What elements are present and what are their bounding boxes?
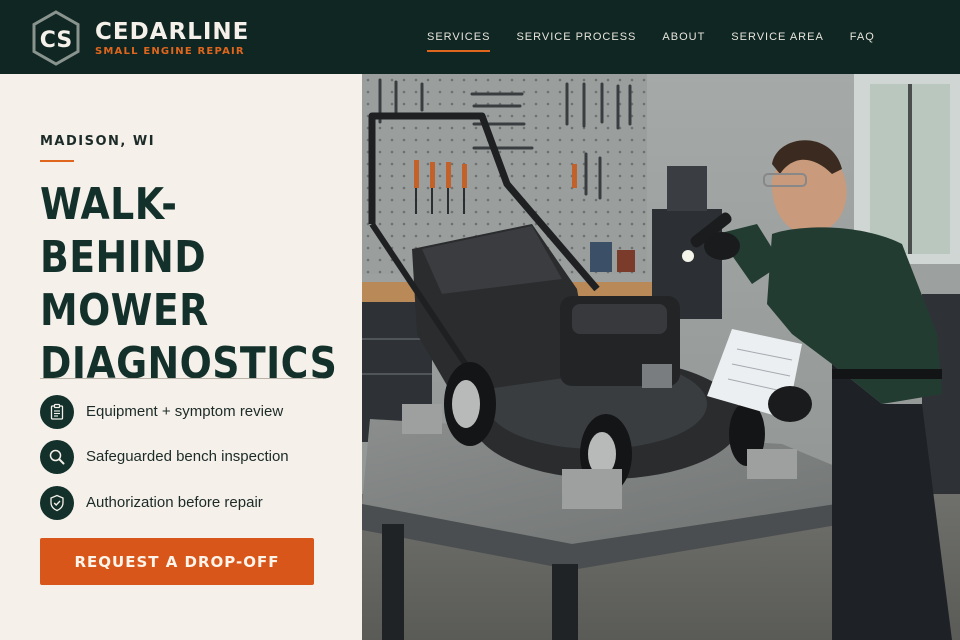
feature-item: Safeguarded bench inspection bbox=[40, 440, 289, 474]
feature-label: Authorization before repair bbox=[86, 494, 263, 511]
site-header: CS CEDARLINE SMALL ENGINE REPAIR SERVICE… bbox=[0, 0, 960, 74]
nav-service-process[interactable]: SERVICE PROCESS bbox=[516, 30, 636, 44]
title-line: DIAGNOSTICS bbox=[40, 338, 338, 389]
divider bbox=[40, 378, 323, 379]
title-line: MOWER bbox=[40, 285, 209, 336]
brand-tagline: SMALL ENGINE REPAIR bbox=[95, 46, 245, 57]
svg-text:CS: CS bbox=[40, 28, 72, 53]
workshop-photo bbox=[362, 74, 960, 640]
nav-faq[interactable]: FAQ bbox=[850, 30, 875, 44]
feature-label: Equipment + symptom review bbox=[86, 403, 284, 420]
logo-icon[interactable]: CS bbox=[31, 10, 81, 66]
hero-panel: MADISON, WI WALK-BEHIND MOWER DIAGNOSTIC… bbox=[0, 74, 362, 640]
brand-name: CEDARLINE bbox=[95, 19, 250, 45]
feature-label: Safeguarded bench inspection bbox=[86, 448, 289, 465]
nav-services[interactable]: SERVICES bbox=[427, 30, 491, 52]
nav-about[interactable]: ABOUT bbox=[662, 30, 705, 44]
title-line: WALK-BEHIND bbox=[40, 179, 207, 283]
feature-item: Equipment + symptom review bbox=[40, 395, 283, 429]
main-nav: SERVICES SERVICE PROCESS ABOUT SERVICE A… bbox=[427, 30, 901, 52]
nav-service-area[interactable]: SERVICE AREA bbox=[731, 30, 824, 44]
brand[interactable]: CEDARLINE SMALL ENGINE REPAIR bbox=[95, 19, 249, 58]
eyebrow-rule bbox=[40, 160, 74, 162]
request-drop-off-button[interactable]: REQUEST A DROP-OFF bbox=[40, 538, 314, 585]
magnifier-icon bbox=[40, 440, 74, 474]
feature-item: Authorization before repair bbox=[40, 486, 263, 520]
clipboard-icon bbox=[40, 395, 74, 429]
page-title: WALK-BEHIND MOWER DIAGNOSTICS bbox=[40, 178, 338, 390]
hero-image bbox=[362, 74, 960, 640]
shield-check-icon bbox=[40, 486, 74, 520]
location-label: MADISON, WI bbox=[40, 134, 156, 149]
